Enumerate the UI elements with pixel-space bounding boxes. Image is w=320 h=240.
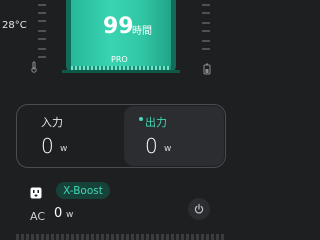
input-value: 0 [41,134,54,158]
ac-power-button[interactable] [188,198,210,220]
power-icon [194,203,204,214]
xboost-toggle[interactable]: X-Boost [56,182,110,199]
input-label: 入力 [41,116,63,129]
thermometer-icon [30,58,38,77]
device-base [62,70,180,73]
bottom-scale [16,234,226,240]
battery-level-icon [203,60,211,79]
output-label: 出力 [145,116,167,129]
temperature-readout: 28°C [2,20,27,31]
output-value: 0 [145,134,158,158]
ac-outlet-icon [30,184,42,203]
remaining-time-unit: 時間 [132,26,152,37]
output-unit: w [164,144,172,154]
model-label: PRO [111,55,128,64]
ac-label: AC [30,210,46,223]
ac-unit: w [66,210,74,220]
remaining-time-value: 99 [103,14,134,39]
input-unit: w [60,144,68,154]
ac-value: 0 [54,206,63,221]
output-active-dot [139,117,143,121]
right-gauge [202,0,212,64]
output-tile[interactable] [124,106,224,166]
left-gauge [38,0,48,64]
